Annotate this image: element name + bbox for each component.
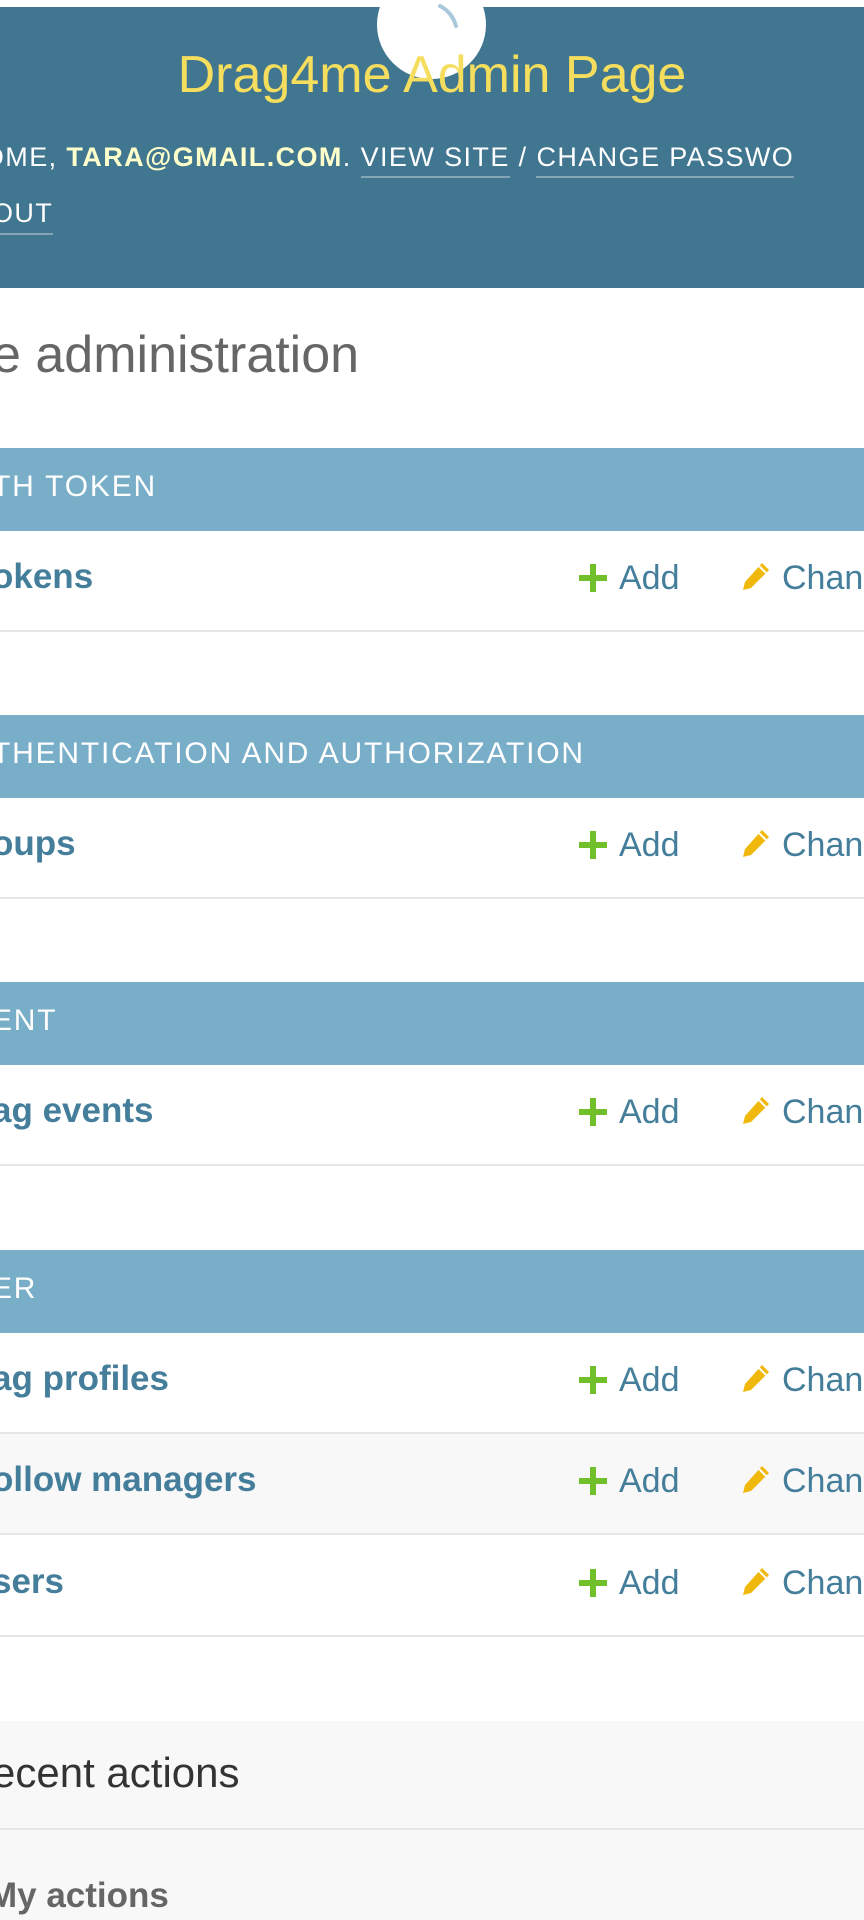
change-users-link[interactable]: Chan [740,1564,863,1603]
user-email: TARA@GMAIL.COM [66,142,343,172]
model-link-follow-managers[interactable]: ollow managers [0,1460,257,1500]
user-tools: COME, TARA@GMAIL.COM. VIEW SITE / CHANGE… [0,142,795,178]
module-caption-label: TH TOKEN [0,470,157,503]
change-label: Chan [782,826,864,864]
recent-actions-module: ecent actions My actions [0,1721,864,1920]
model-row-users: sers Add Chan [0,1536,864,1637]
module-caption-label: ER [0,1272,38,1305]
add-groups-link[interactable]: Add [579,826,680,865]
module-caption-authentication[interactable]: THENTICATION AND AUTHORIZATION [0,715,864,798]
pencil-icon [743,1365,769,1392]
change-label: Chan [782,1564,864,1602]
add-follow-managers-link[interactable]: Add [579,1462,680,1501]
change-drag-events-link[interactable]: Chan [740,1093,863,1132]
model-row-follow-managers: ollow managers Add Chan [0,1434,864,1535]
module-caption-label: THENTICATION AND AUTHORIZATION [0,737,585,770]
plus-icon [579,1098,607,1126]
welcome-suffix: . [342,142,352,172]
plus-icon [579,1467,607,1495]
model-row-drag-profiles: ag profiles Add Chan [0,1333,864,1434]
pencil-icon [743,563,769,590]
add-label: Add [619,826,680,864]
plus-icon [579,564,607,592]
add-label: Add [619,1564,680,1602]
pencil-icon [743,1097,769,1124]
model-link-tokens[interactable]: okens [0,557,93,597]
add-tokens-link[interactable]: Add [579,559,680,598]
add-users-link[interactable]: Add [579,1564,680,1603]
pencil-icon [743,1466,769,1493]
plus-icon [579,1366,607,1394]
page-title: e administration [0,326,360,384]
site-header: Drag4me Admin Page COME, TARA@GMAIL.COM.… [0,0,864,288]
add-label: Add [619,1361,680,1399]
add-label: Add [619,1093,680,1131]
change-tokens-link[interactable]: Chan [740,559,863,598]
change-label: Chan [782,1093,864,1131]
model-link-drag-profiles[interactable]: ag profiles [0,1359,169,1399]
my-actions-heading: My actions [0,1876,169,1915]
loading-spinner-icon [438,4,458,28]
module-caption-event[interactable]: ENT [0,982,864,1065]
change-follow-managers-link[interactable]: Chan [740,1462,863,1501]
add-drag-events-link[interactable]: Add [579,1093,680,1132]
model-link-groups[interactable]: oups [0,824,76,864]
user-tools-separator: / [518,142,528,172]
change-label: Chan [782,1361,864,1399]
add-label: Add [619,559,680,597]
model-row-drag-events: ag events Add Chan [0,1065,864,1166]
logout-link[interactable]: OUT [0,198,54,235]
add-drag-profiles-link[interactable]: Add [579,1361,680,1400]
module-caption-user[interactable]: ER [0,1250,864,1333]
pencil-icon [743,1568,769,1595]
recent-actions-title: ecent actions [0,1749,240,1796]
pencil-icon [743,830,769,857]
plus-icon [579,1569,607,1597]
change-label: Chan [782,559,864,597]
model-link-drag-events[interactable]: ag events [0,1091,153,1131]
module-caption-auth-token[interactable]: TH TOKEN [0,448,864,531]
model-row-groups: oups Add Chan [0,798,864,899]
model-row-tokens: okens Add Chan [0,531,864,632]
view-site-link[interactable]: VIEW SITE [360,142,510,178]
module-caption-label: ENT [0,1004,58,1037]
welcome-text: COME, [0,142,58,172]
plus-icon [579,831,607,859]
model-link-users[interactable]: sers [0,1562,64,1602]
change-groups-link[interactable]: Chan [740,826,863,865]
change-drag-profiles-link[interactable]: Chan [740,1361,863,1400]
change-password-link[interactable]: CHANGE PASSWO [536,142,795,178]
site-brand[interactable]: Drag4me Admin Page [0,45,864,105]
recent-actions-divider [0,1828,864,1830]
change-label: Chan [782,1462,864,1500]
add-label: Add [619,1462,680,1500]
